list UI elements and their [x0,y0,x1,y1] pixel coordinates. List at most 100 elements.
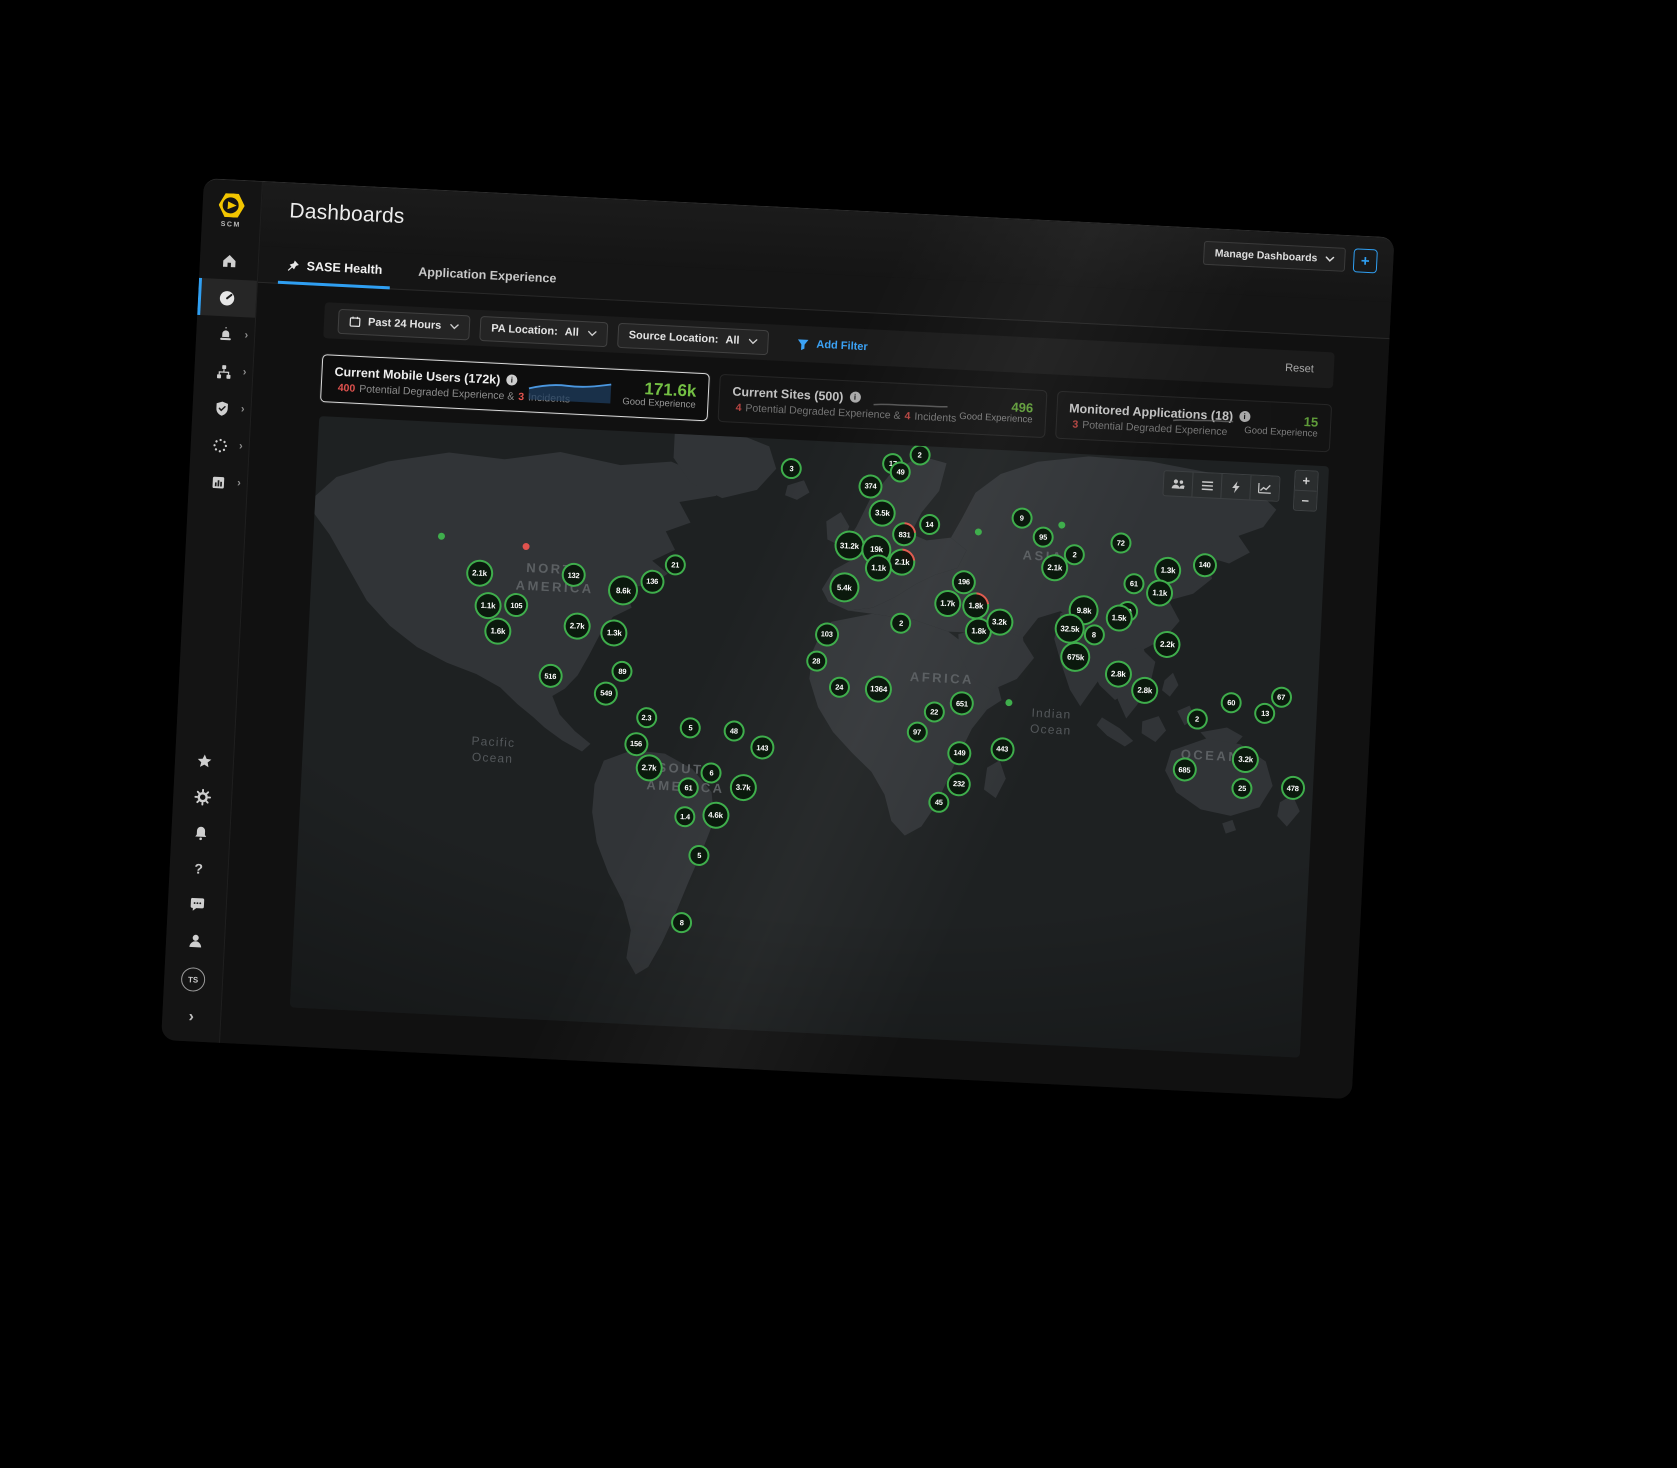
source-location-dropdown[interactable]: Source Location: All [617,322,769,354]
info-icon[interactable]: i [506,374,518,386]
logo-text: SCM [221,221,241,229]
chevron-down-icon [1325,256,1334,262]
card-caption: Good Experience [959,411,1033,426]
chevron-right-icon: › [239,441,243,452]
manage-dashboards-button[interactable]: Manage Dashboards [1203,241,1346,272]
calendar-icon [349,315,362,328]
chevron-right-icon: › [242,367,246,378]
metric-card-sites[interactable]: Current Sites (500) i 4 Potential Degrad… [718,374,1047,438]
report-chart-icon [209,474,227,492]
incident-count: 3 [518,390,524,402]
card-title: Current Sites (500) [732,384,844,404]
topbar-actions: Manage Dashboards + [1203,241,1378,274]
sidebar-item-security[interactable]: › [192,389,252,429]
dashboard-content: Past 24 Hours PA Location: All Source Lo… [220,283,1389,1099]
card-subtitle: 3 Potential Degraded Experience [1068,418,1160,435]
metric-card-mobile-users[interactable]: Current Mobile Users (172k) i 400 Potent… [320,354,710,421]
dashboard-icon [218,288,237,307]
bell-icon [192,824,210,842]
ocean-label: Indian Ocean [1030,704,1073,738]
pa-location-label: PA Location: [491,322,558,337]
chevron-right-icon: › [241,404,245,415]
sidebar-item-network[interactable]: › [194,352,254,392]
info-icon[interactable]: i [849,391,861,403]
pa-location-value: All [564,326,579,339]
time-range-dropdown[interactable]: Past 24 Hours [337,308,470,340]
map-incidents-toggle[interactable] [1220,474,1250,499]
main-area: Dashboards Manage Dashboards + SASE Heal… [220,182,1394,1099]
person-icon [186,932,204,950]
panw-logo-icon [218,193,245,218]
manage-dashboards-label: Manage Dashboards [1215,247,1318,264]
degraded-count: 4 [735,401,741,413]
ocean-label: Pacific Ocean [470,733,515,768]
zoom-in-button[interactable]: + [1295,471,1318,491]
dotted-circle-icon [211,437,229,455]
chevron-down-icon [748,338,757,344]
sidebar-nav: › › › › › [188,241,259,503]
settings-button[interactable] [193,787,212,806]
tab-application-experience[interactable]: Application Experience [417,254,557,297]
sidebar-item-workflows[interactable]: › [190,426,250,466]
map-zoom-controls: + − [1293,470,1319,512]
sidebar-item-home[interactable] [199,241,259,281]
map-list-toggle[interactable] [1191,473,1221,498]
feedback-button[interactable] [187,895,206,914]
sidebar-item-dashboards[interactable] [197,278,257,318]
time-range-value: Past 24 Hours [368,316,442,332]
sidebar-item-reports[interactable]: › [188,463,248,503]
sparkline-gray [1170,409,1235,434]
chevron-down-icon [588,330,597,336]
degraded-count: 400 [337,381,355,394]
scm-logo[interactable]: SCM [218,180,246,229]
bolt-icon [1231,480,1242,493]
favorites-button[interactable] [195,751,214,770]
map-users-toggle[interactable] [1163,471,1192,496]
sparkline-gray [871,394,950,420]
tab-label: SASE Health [306,259,382,277]
card-caption: Good Experience [622,397,696,412]
source-location-label: Source Location: [628,329,718,345]
card-caption: Good Experience [1244,425,1318,440]
chevron-right-icon: › [237,478,241,489]
help-button[interactable]: ? [189,859,208,878]
continents-layer [290,416,1329,1058]
sidebar-item-alerts[interactable]: › [195,315,255,355]
source-location-value: All [725,334,740,347]
pa-location-dropdown[interactable]: PA Location: All [480,315,609,346]
user-avatar[interactable]: TS [181,967,206,992]
list-icon [1200,479,1214,491]
world-map: + − NORTH AMERICASOUTH AMERICAAFRICAASIA… [290,416,1329,1058]
chevron-down-icon [450,323,459,329]
topology-icon [214,363,232,381]
funnel-icon [796,337,810,351]
chart-line-icon [1258,482,1273,495]
profile-button[interactable] [186,931,205,950]
users-icon [1171,477,1186,490]
gear-icon [193,788,211,806]
metric-card-applications[interactable]: Monitored Applications (18) i 3 Potentia… [1055,391,1332,453]
map-chart-toggle[interactable] [1249,475,1279,500]
star-icon [195,752,213,770]
zoom-out-button[interactable]: − [1294,490,1317,511]
sidebar-bottom: ? TS › [162,750,234,1027]
notifications-button[interactable] [191,823,210,842]
chat-icon [188,896,206,914]
dashboard-window: SCM › › › › [161,178,1394,1099]
add-filter-button[interactable]: Add Filter [790,336,874,355]
tab-sase-health[interactable]: SASE Health [286,247,383,288]
shield-check-icon [213,400,231,418]
reset-filters-button[interactable]: Reset [1279,361,1320,377]
continent-label: AFRICA [909,668,974,689]
add-filter-label: Add Filter [816,339,868,354]
expand-sidebar-button[interactable]: › [188,1009,194,1025]
pin-icon [286,259,300,273]
siren-icon [216,326,234,344]
add-dashboard-button[interactable]: + [1353,248,1378,273]
home-icon [220,252,238,270]
card-subtitle: 4 Potential Degraded Experience & 4 Inci… [731,401,861,419]
sparkline-blue [526,375,613,405]
chevron-right-icon: › [244,330,248,341]
degraded-count: 3 [1072,418,1078,430]
tab-label: Application Experience [418,265,557,286]
